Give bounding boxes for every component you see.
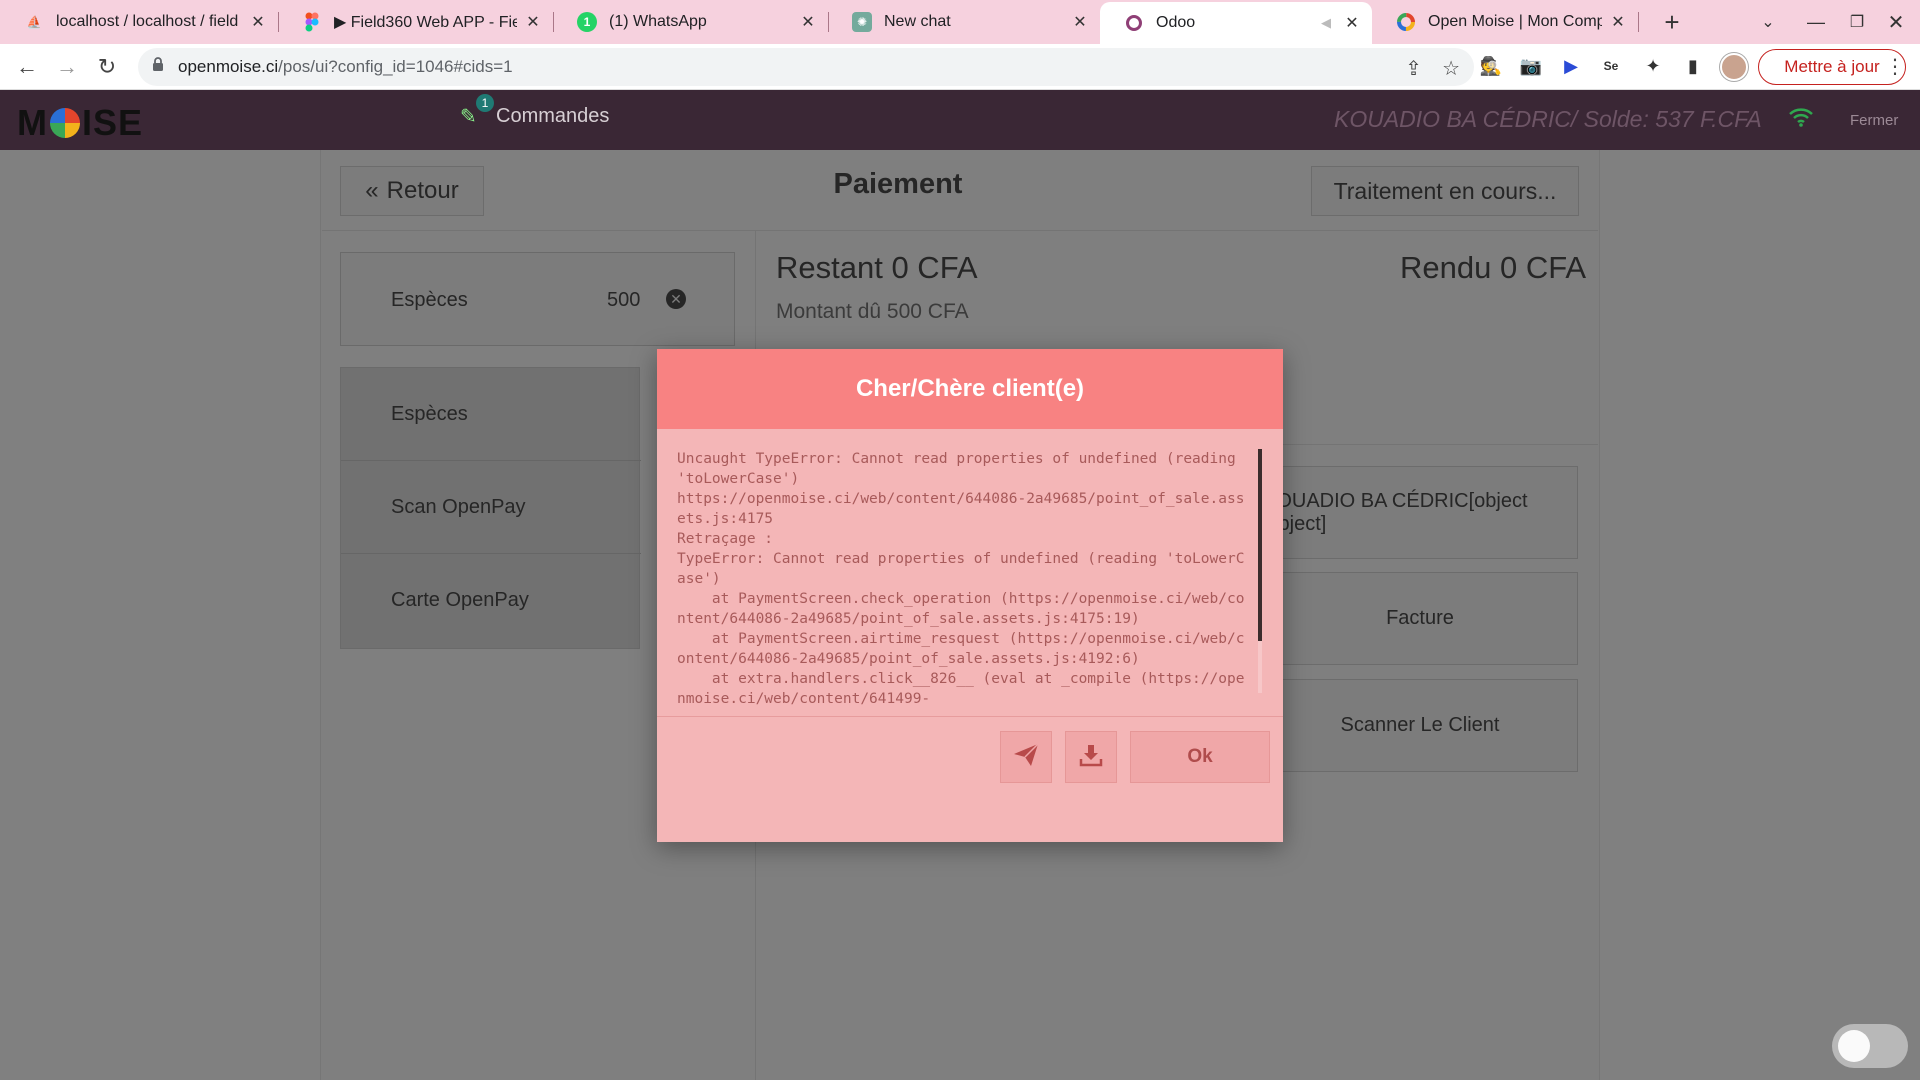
invoice-button[interactable]: Facture <box>1262 572 1578 665</box>
close-tab-icon[interactable]: ✕ <box>523 12 543 32</box>
remove-line-icon[interactable]: ✕ <box>666 289 686 309</box>
tab-field360[interactable]: ▶ Field360 Web APP - Field ✕ <box>278 4 554 40</box>
customer-button[interactable]: KOUADIO BA CÉDRIC[object Object] <box>1262 466 1578 559</box>
close-tab-icon[interactable]: ✕ <box>1070 12 1090 32</box>
cashier-balance: KOUADIO BA CÉDRIC/ Solde: 537 F.CFA <box>1334 106 1762 132</box>
page-title: Paiement <box>833 168 963 200</box>
remaining-amount: Restant 0 CFA <box>776 250 978 285</box>
minimize-icon[interactable]: — <box>1802 8 1830 36</box>
profile-avatar[interactable] <box>1720 53 1748 81</box>
amount-due: Montant dû 500 CFA <box>776 300 969 323</box>
toggle-switch[interactable] <box>1832 1024 1908 1068</box>
scan-customer-button[interactable]: Scanner Le Client <box>1262 679 1578 772</box>
download-error-button[interactable] <box>1065 731 1117 783</box>
chatgpt-icon: ✺ <box>852 12 872 32</box>
forward-arrow-icon[interactable]: → <box>52 52 82 82</box>
reload-icon[interactable]: ↻ <box>92 52 122 82</box>
dialog-title: Cher/Chère client(e) <box>657 349 1283 429</box>
scrollbar-thumb[interactable] <box>1258 449 1262 641</box>
browser-menu-icon[interactable]: ⋮ <box>1885 53 1905 79</box>
new-tab-icon[interactable]: + <box>1658 7 1686 37</box>
close-tab-icon[interactable]: ✕ <box>1342 13 1362 33</box>
payment-line-method: Espèces <box>391 289 468 311</box>
camera-icon[interactable]: 📷 <box>1518 53 1544 79</box>
extension-spy-icon[interactable]: 🕵 <box>1478 53 1504 79</box>
address-bar-row: ← → ↻ openmoise.ci/pos/ui?config_id=1046… <box>0 44 1920 90</box>
change-amount: Rendu 0 CFA <box>1400 250 1587 285</box>
lock-icon <box>152 57 164 77</box>
validate-button[interactable]: Traitement en cours... <box>1311 166 1579 216</box>
error-dialog: Cher/Chère client(e) Uncaught TypeError:… <box>657 349 1283 842</box>
payment-line-amount: 500 <box>607 289 641 311</box>
wifi-icon <box>1788 106 1814 133</box>
download-icon <box>1079 743 1103 772</box>
orders-button[interactable]: ✎ 1 Commandes <box>460 94 609 128</box>
url-text: openmoise.ci/pos/ui?config_id=1046#cids=… <box>178 57 513 76</box>
bookmark-star-icon[interactable]: ☆ <box>1442 56 1460 81</box>
pos-header: M ISE ✎ 1 Commandes KOUADIO BA CÉDRIC/ Sol… <box>0 90 1920 150</box>
payment-method-carte-openpay[interactable]: Carte OpenPay <box>341 554 641 647</box>
payment-methods-list: Espèces Scan OpenPay Carte OpenPay <box>340 367 641 649</box>
tab-open-moise[interactable]: Open Moise | Mon Compte ✕ <box>1372 4 1639 40</box>
ok-button[interactable]: Ok <box>1130 731 1270 783</box>
side-panel-icon[interactable]: ▮ <box>1680 53 1706 79</box>
odoo-icon <box>1124 13 1144 33</box>
tab-whatsapp[interactable]: 1 (1) WhatsApp ✕ <box>553 4 829 40</box>
extensions-puzzle-icon[interactable]: ✦ <box>1640 53 1666 79</box>
share-icon[interactable]: ⇪ <box>1405 56 1422 81</box>
paper-plane-icon <box>1013 742 1039 772</box>
close-tab-icon[interactable]: ✕ <box>1608 12 1628 32</box>
ticket-icon: ✎ 1 <box>460 94 494 128</box>
whatsapp-icon: 1 <box>577 12 597 32</box>
back-button[interactable]: « Retour <box>340 166 484 216</box>
close-window-icon[interactable]: ✕ <box>1882 8 1910 36</box>
mute-tab-icon[interactable]: ◀ <box>1316 13 1336 33</box>
payment-method-especes[interactable]: Espèces <box>341 368 641 461</box>
selenium-extension-icon[interactable]: Se <box>1598 53 1624 79</box>
tab-odoo[interactable]: Odoo ◀ ✕ <box>1100 2 1372 44</box>
payment-method-scan-openpay[interactable]: Scan OpenPay <box>341 461 641 554</box>
close-tab-icon[interactable]: ✕ <box>798 12 818 32</box>
error-traceback: Uncaught TypeError: Cannot read properti… <box>677 451 1245 707</box>
close-session-button[interactable]: Fermer <box>1850 112 1898 129</box>
error-traceback-panel[interactable]: Uncaught TypeError: Cannot read properti… <box>657 429 1283 716</box>
tab-phpmyadmin[interactable]: ⛵ localhost / localhost / field ✕ <box>0 4 279 40</box>
tab-new-chat[interactable]: ✺ New chat ✕ <box>828 4 1100 40</box>
logo-mark <box>50 108 80 138</box>
browser-tab-strip: ⛵ localhost / localhost / field ✕ ▶ Fiel… <box>0 0 1920 44</box>
phpmyadmin-icon: ⛵ <box>26 15 42 29</box>
extension-media-icon[interactable]: ▶ <box>1558 53 1584 79</box>
figma-icon <box>302 12 322 32</box>
close-tab-icon[interactable]: ✕ <box>248 12 268 32</box>
divider <box>1262 444 1598 445</box>
restore-icon[interactable]: ❐ <box>1843 8 1871 36</box>
payment-line[interactable]: Espèces 500 ✕ <box>340 252 735 346</box>
double-chevron-left-icon: « <box>365 177 379 204</box>
send-error-button[interactable] <box>1000 731 1052 783</box>
update-browser-button[interactable]: Mettre à jour <box>1758 49 1906 85</box>
toggle-knob <box>1838 1030 1870 1062</box>
url-field[interactable]: openmoise.ci/pos/ui?config_id=1046#cids=… <box>138 48 1474 86</box>
moise-logo: M ISE <box>17 102 144 143</box>
dialog-footer: Ok <box>657 716 1283 842</box>
divider <box>322 230 1598 231</box>
moise-icon <box>1396 12 1416 32</box>
orders-count-badge: 1 <box>476 94 494 112</box>
back-arrow-icon[interactable]: ← <box>12 52 42 82</box>
tab-search-chevron-icon[interactable]: ⌄ <box>1754 8 1782 36</box>
